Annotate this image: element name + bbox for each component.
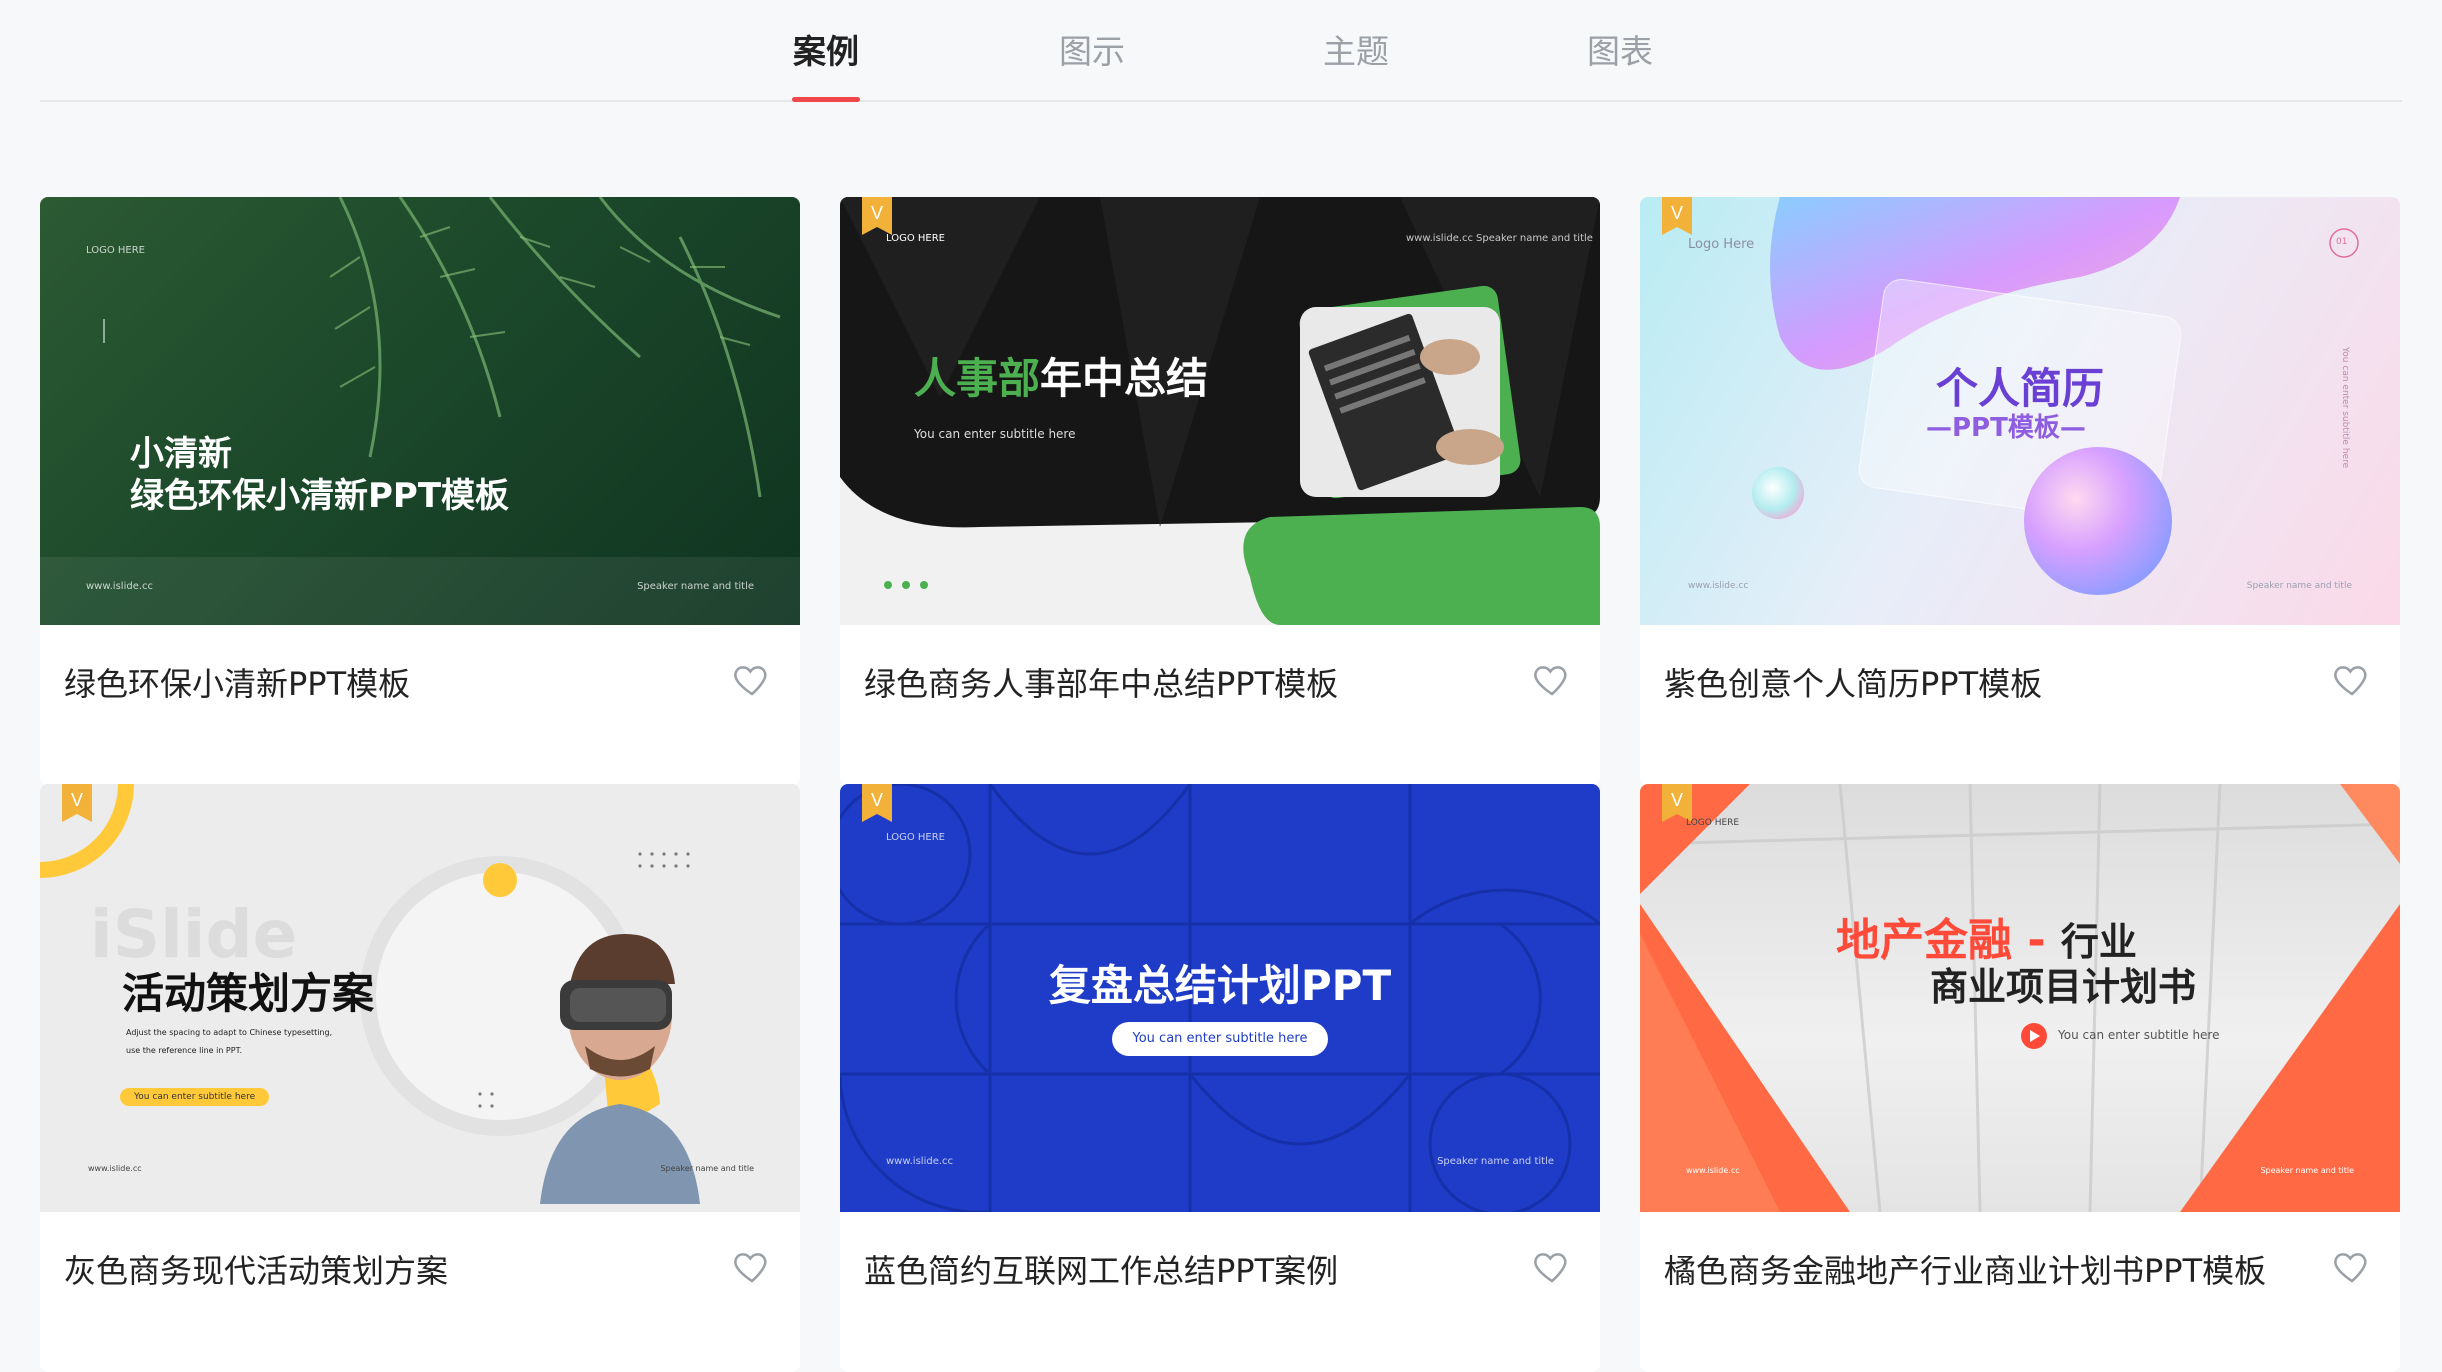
template-card[interactable]: V LOGO HERE www.islide.cc Speaker name a… <box>840 197 1600 785</box>
tab-label: 案例 <box>793 32 859 71</box>
vip-badge-icon: V <box>1662 784 1692 822</box>
thumb-heading: 复盘总结计划PPT <box>1048 961 1392 1010</box>
site-text: www.islide.cc <box>88 1164 142 1173</box>
site-text: www.islide.cc <box>1686 1166 1740 1175</box>
tab-label: 图示 <box>1059 32 1125 71</box>
card-title[interactable]: 紫色创意个人简历PPT模板 <box>1664 659 2042 705</box>
speaker-text: Speaker name and title <box>637 581 754 592</box>
thumb-subtitle: You can enter subtitle here <box>2058 1028 2220 1042</box>
thumb-desc-line2: use the reference line in PPT. <box>126 1046 243 1055</box>
tab-cases[interactable]: 案例 <box>792 24 860 102</box>
template-card[interactable]: V Logo Here 01 个人简历 —PPT模板— You can ente… <box>1640 197 2400 785</box>
vip-badge-icon: V <box>862 784 892 822</box>
logo-text: Logo Here <box>1688 237 1755 252</box>
template-card[interactable]: V LOGO HERE 地产金融 - 行业 商业项目计划书 You can en… <box>1640 784 2400 1372</box>
thumb-heading-dark2: 商业项目计划书 <box>1930 965 2197 1009</box>
thumb-heading-white: 年中总结 <box>1040 354 1209 403</box>
logo-text: LOGO HERE <box>86 245 145 256</box>
svg-text:V: V <box>871 790 883 810</box>
active-tab-indicator <box>792 97 860 102</box>
heart-icon[interactable] <box>732 659 772 699</box>
subtitle-pill: You can enter subtitle here <box>120 1088 270 1106</box>
tab-charts[interactable]: 图表 <box>1586 24 1654 80</box>
svg-text:V: V <box>1671 203 1683 223</box>
heart-icon[interactable] <box>1532 1246 1572 1286</box>
template-thumbnail[interactable]: V LOGO HERE 复盘总结计划PPT You can enter subt… <box>840 784 1600 1212</box>
speaker-text: Speaker name and title <box>2246 581 2352 591</box>
thumb-heading-green: 人事部 <box>914 354 1041 403</box>
tab-themes[interactable]: 主题 <box>1322 24 1390 80</box>
site-text: www.islide.cc <box>86 581 154 592</box>
subtitle-pill: You can enter subtitle here <box>1112 1022 1328 1056</box>
side-subtitle: You can enter subtitle here <box>2340 347 2350 469</box>
speaker-text: Speaker name and title <box>2260 1166 2354 1175</box>
logo-text: LOGO HERE <box>886 233 945 244</box>
speaker-text: Speaker name and title <box>1437 1156 1554 1167</box>
category-tabs: 案例 图示 主题 图表 <box>40 0 2402 102</box>
vip-badge-icon: V <box>1662 197 1692 235</box>
fern-leaves-illustration <box>40 197 800 625</box>
site-text: www.islide.cc <box>886 1156 954 1167</box>
tab-label: 图表 <box>1587 32 1653 71</box>
tab-label: 主题 <box>1323 32 1389 71</box>
svg-text:V: V <box>71 790 83 810</box>
template-thumbnail[interactable]: LOGO HERE 小清新 绿色环保小清新PPT模板 www.islide.cc… <box>40 197 800 625</box>
slide-background-shapes <box>840 197 1600 625</box>
heart-icon[interactable] <box>2332 659 2372 699</box>
card-title[interactable]: 蓝色简约互联网工作总结PPT案例 <box>864 1246 1338 1292</box>
thumb-heading: 小清新 绿色环保小清新PPT模板 <box>130 433 509 517</box>
svg-text:V: V <box>871 203 883 223</box>
template-thumbnail[interactable]: V LOGO HERE www.islide.cc Speaker name a… <box>840 197 1600 625</box>
template-thumbnail[interactable]: V Logo Here 01 个人简历 —PPT模板— You can ente… <box>1640 197 2400 625</box>
card-title[interactable]: 灰色商务现代活动策划方案 <box>64 1246 448 1292</box>
thumb-heading: 活动策划方案 <box>122 969 375 1018</box>
logo-text: LOGO HERE <box>886 832 945 843</box>
logo-text: LOGO HERE <box>1686 818 1740 828</box>
vip-badge-icon: V <box>862 197 892 235</box>
page-number: 01 <box>2336 237 2348 247</box>
template-thumbnail[interactable]: V iSlide 活动策划方案 Adjust the spacing to ad… <box>40 784 800 1212</box>
template-card[interactable]: V iSlide 活动策划方案 Adjust the spacing to ad… <box>40 784 800 1372</box>
site-text: www.islide.cc <box>1406 233 1474 244</box>
site-text: www.islide.cc <box>1688 581 1749 591</box>
template-card[interactable]: V LOGO HERE 复盘总结计划PPT You can enter subt… <box>840 784 1600 1372</box>
svg-text:V: V <box>1671 790 1683 810</box>
thumb-heading-line2: 绿色环保小清新PPT模板 <box>130 476 510 516</box>
heart-icon[interactable] <box>732 1246 772 1286</box>
card-title[interactable]: 橘色商务金融地产行业商业计划书PPT模板 <box>1664 1246 2266 1292</box>
vip-badge-icon: V <box>62 784 92 822</box>
speaker-text: Speaker name and title <box>660 1164 754 1173</box>
template-thumbnail[interactable]: V LOGO HERE 地产金融 - 行业 商业项目计划书 You can en… <box>1640 784 2400 1212</box>
heart-icon[interactable] <box>1532 659 1572 699</box>
thumb-subtitle: You can enter subtitle here <box>914 427 1076 441</box>
card-title[interactable]: 绿色环保小清新PPT模板 <box>64 659 410 705</box>
tab-diagrams[interactable]: 图示 <box>1058 24 1126 80</box>
thumb-subheading: —PPT模板— <box>1926 413 2086 443</box>
card-title[interactable]: 绿色商务人事部年中总结PPT模板 <box>864 659 1338 705</box>
thumb-heading-line1: 小清新 <box>130 434 232 474</box>
template-card[interactable]: LOGO HERE 小清新 绿色环保小清新PPT模板 www.islide.cc… <box>40 197 800 785</box>
thumb-heading: 人事部年中总结 <box>914 345 1208 406</box>
heart-icon[interactable] <box>2332 1246 2372 1286</box>
speaker-text: Speaker name and title <box>1476 233 1593 244</box>
thumb-desc-line1: Adjust the spacing to adapt to Chinese t… <box>126 1028 333 1037</box>
